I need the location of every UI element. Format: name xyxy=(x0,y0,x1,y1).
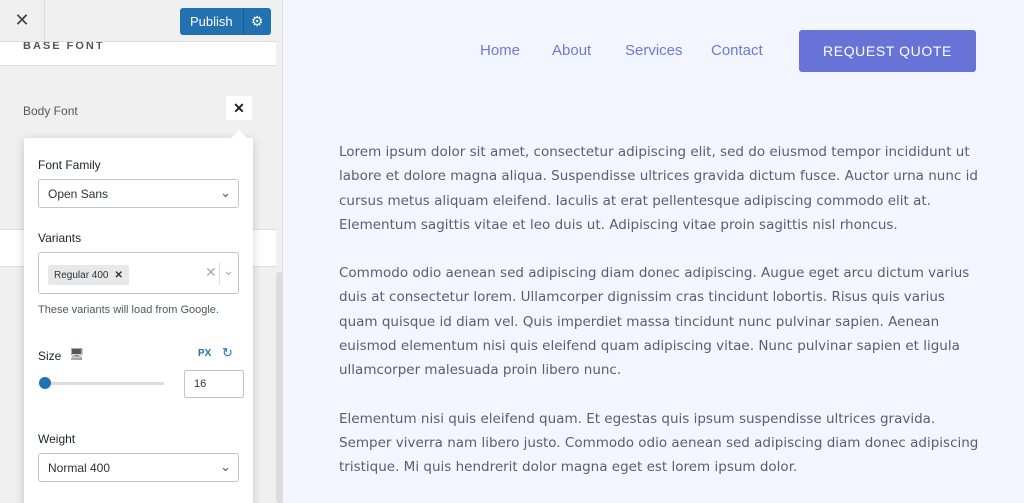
chevron-down-icon: ⌄ xyxy=(220,185,231,200)
paragraph: Lorem ipsum dolor sit amet, consectetur … xyxy=(339,144,978,233)
font-settings-popup: Font Family Open Sans ⌄ Variants Regular… xyxy=(24,138,253,503)
close-customizer-button[interactable]: ✕ xyxy=(0,0,45,41)
nav-link-services[interactable]: Services xyxy=(625,42,683,59)
request-quote-button[interactable]: REQUEST QUOTE xyxy=(799,30,976,72)
publish-control: Publish ⚙ xyxy=(180,8,271,35)
size-unit-toggle[interactable]: PX xyxy=(198,348,211,359)
chevron-down-icon: ⌄ xyxy=(220,459,231,474)
size-number-input[interactable]: 16 xyxy=(184,370,244,398)
remove-variant-icon[interactable]: ✕ xyxy=(114,270,122,281)
font-family-label: Font Family xyxy=(38,158,101,172)
chevron-down-icon[interactable]: ⌄ xyxy=(223,263,234,279)
variant-chip-label: Regular 400 xyxy=(54,269,109,281)
variants-hint: These variants will load from Google. xyxy=(38,304,219,316)
close-icon: ✕ xyxy=(233,99,245,116)
section-heading: BASE FONT xyxy=(0,40,276,66)
font-weight-value: Normal 400 xyxy=(48,460,111,475)
font-family-select[interactable]: Open Sans ⌄ xyxy=(38,179,239,208)
variants-select[interactable]: Regular 400 ✕ ✕ ⌄ xyxy=(38,252,239,294)
close-icon: ✕ xyxy=(14,10,30,30)
size-label: Size xyxy=(38,349,62,363)
customizer-header: ✕ Publish ⚙ xyxy=(0,0,276,42)
clear-variants-icon[interactable]: ✕ xyxy=(205,264,217,281)
nav-link-about[interactable]: About xyxy=(552,42,591,59)
body-font-label: Body Font xyxy=(23,104,78,118)
font-weight-select[interactable]: Normal 400 ⌄ xyxy=(38,453,239,482)
variant-chip: Regular 400 ✕ xyxy=(48,265,129,285)
weight-label: Weight xyxy=(38,432,76,446)
nav-link-home[interactable]: Home xyxy=(480,42,520,59)
reset-icon[interactable]: ↻ xyxy=(222,345,233,361)
page-content: Lorem ipsum dolor sit amet, consectetur … xyxy=(339,140,979,503)
size-slider-handle[interactable] xyxy=(38,377,51,389)
publish-button[interactable]: Publish xyxy=(180,8,244,35)
font-family-value: Open Sans xyxy=(48,186,109,201)
variants-divider xyxy=(219,263,220,285)
paragraph: Commodo odio aenean sed adipiscing diam … xyxy=(339,265,970,379)
publish-settings-button[interactable]: ⚙ xyxy=(243,8,271,35)
size-slider[interactable] xyxy=(38,377,164,389)
popup-arrow xyxy=(230,130,248,139)
nav-link-contact[interactable]: Contact xyxy=(711,42,763,59)
gear-icon: ⚙ xyxy=(250,13,264,29)
paragraph: Elementum nisi quis eleifend quam. Et eg… xyxy=(339,410,979,476)
close-font-popup-button[interactable]: ✕ xyxy=(226,96,252,120)
desktop-icon[interactable]: 🖥 xyxy=(69,347,84,361)
panel-scrollbar-thumb[interactable] xyxy=(276,272,282,503)
variants-label: Variants xyxy=(38,231,82,245)
